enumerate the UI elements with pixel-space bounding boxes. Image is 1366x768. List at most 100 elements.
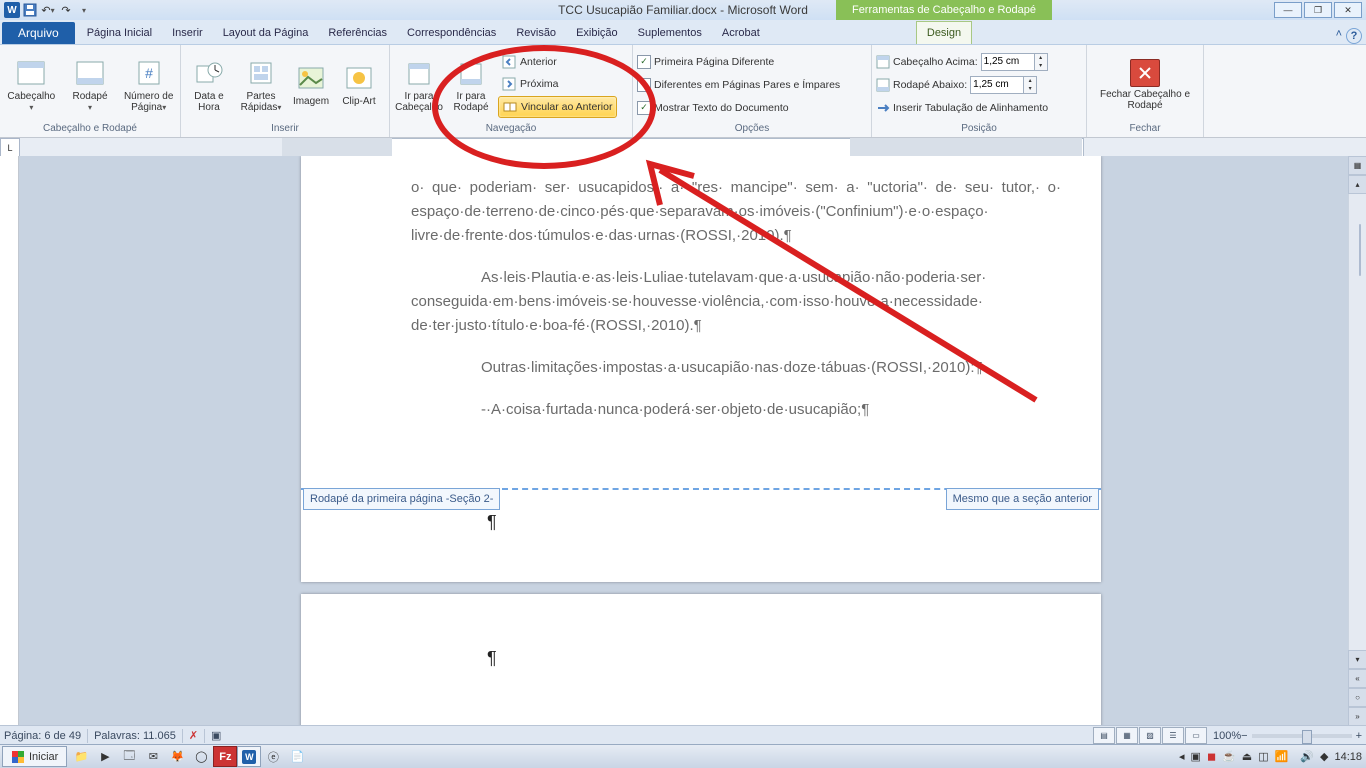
- scroll-thumb[interactable]: [1359, 224, 1361, 276]
- tray-usb-icon[interactable]: ⏏: [1242, 750, 1252, 763]
- spin-down[interactable]: ▾: [1035, 62, 1047, 70]
- zoom-in-button[interactable]: +: [1356, 730, 1362, 742]
- web-layout-view-button[interactable]: ▨: [1139, 727, 1161, 744]
- taskbar-app-icon[interactable]: 🗔: [117, 746, 141, 767]
- spin-up[interactable]: ▴: [1024, 77, 1036, 85]
- header-from-top-field[interactable]: Cabeçalho Acima:▴▾: [876, 52, 1048, 72]
- print-layout-view-button[interactable]: ▤: [1093, 727, 1115, 744]
- taskbar-filezilla-icon[interactable]: Fz: [213, 746, 237, 767]
- page-indicator[interactable]: Página: 6 de 49: [4, 730, 81, 742]
- tray-icon[interactable]: ▣: [1191, 750, 1201, 763]
- tab-page-layout[interactable]: Layout da Página: [213, 22, 319, 44]
- spell-check-icon[interactable]: ✗: [189, 729, 198, 742]
- footer-from-bottom-field[interactable]: Rodapé Abaixo:▴▾: [876, 75, 1048, 95]
- document-page[interactable]: o· que· poderiam· ser· usucapidos,· a· "…: [301, 156, 1101, 582]
- tab-references[interactable]: Referências: [318, 22, 397, 44]
- tab-review[interactable]: Revisão: [506, 22, 566, 44]
- next-section-button[interactable]: Próxima: [498, 74, 617, 94]
- minimize-button[interactable]: —: [1274, 2, 1302, 18]
- previous-section-button[interactable]: Anterior: [498, 52, 617, 72]
- tray-network-icon[interactable]: ◫: [1258, 750, 1268, 763]
- tray-volume-icon[interactable]: 🔊: [1300, 750, 1314, 763]
- link-to-previous-button[interactable]: Vincular ao Anterior: [498, 96, 617, 118]
- taskbar-ie-icon[interactable]: ⓔ: [261, 746, 285, 767]
- insert-alignment-tab-button[interactable]: Inserir Tabulação de Alinhamento: [876, 98, 1048, 118]
- undo-icon[interactable]: ↶▾: [40, 2, 56, 18]
- tray-clock[interactable]: 14:18: [1334, 751, 1362, 763]
- close-header-footer-button[interactable]: Fechar Cabeçalho e Rodapé: [1097, 52, 1193, 118]
- header-from-top-input[interactable]: [981, 53, 1035, 71]
- footer-content[interactable]: ¶: [487, 512, 497, 533]
- horizontal-ruler[interactable]: L: [0, 138, 1366, 157]
- zoom-out-button[interactable]: −: [1241, 730, 1247, 742]
- close-window-button[interactable]: ✕: [1334, 2, 1362, 18]
- restore-button[interactable]: ❐: [1304, 2, 1332, 18]
- save-icon[interactable]: [22, 2, 38, 18]
- group-label-opts: Opções: [637, 122, 867, 135]
- footer-tag-left: Rodapé da primeira página -Seção 2-: [303, 488, 500, 510]
- scroll-down-button[interactable]: ▾: [1348, 650, 1366, 669]
- previous-page-button[interactable]: «: [1348, 669, 1366, 688]
- full-screen-view-button[interactable]: ▦: [1116, 727, 1138, 744]
- spin-up[interactable]: ▴: [1035, 54, 1047, 62]
- header-content[interactable]: ¶: [487, 648, 497, 669]
- spin-down[interactable]: ▾: [1024, 85, 1036, 93]
- file-tab[interactable]: Arquivo: [2, 22, 75, 44]
- tab-view[interactable]: Exibição: [566, 22, 628, 44]
- tab-home[interactable]: Página Inicial: [77, 22, 162, 44]
- zoom-level[interactable]: 100%: [1213, 730, 1241, 742]
- draft-view-button[interactable]: ▭: [1185, 727, 1207, 744]
- picture-button[interactable]: Imagem: [289, 52, 333, 118]
- tab-addins[interactable]: Suplementos: [628, 22, 712, 44]
- tab-mailings[interactable]: Correspondências: [397, 22, 506, 44]
- date-time-button[interactable]: Data e Hora: [185, 52, 233, 118]
- footer-area[interactable]: Rodapé da primeira página -Seção 2- Mesm…: [301, 488, 1101, 582]
- browse-object-button[interactable]: ○: [1348, 688, 1366, 707]
- zoom-slider[interactable]: − +: [1241, 730, 1362, 742]
- tray-expand-icon[interactable]: ◂: [1179, 750, 1185, 763]
- goto-footer-button[interactable]: Ir para Rodapé: [448, 52, 494, 118]
- taskbar-explorer-icon[interactable]: 📁: [69, 746, 93, 767]
- quick-parts-button[interactable]: Partes Rápidas▾: [237, 52, 285, 118]
- taskbar-chrome-icon[interactable]: ◯: [189, 746, 213, 767]
- taskbar-outlook-icon[interactable]: ✉: [141, 746, 165, 767]
- help-icon[interactable]: ?: [1346, 28, 1362, 44]
- clipart-button[interactable]: Clip-Art: [337, 52, 381, 118]
- next-page-button[interactable]: »: [1348, 707, 1366, 726]
- qat-customize-icon[interactable]: ▾: [76, 2, 92, 18]
- tab-context-design[interactable]: Design: [916, 21, 972, 44]
- tab-acrobat[interactable]: Acrobat: [712, 22, 770, 44]
- goto-header-button[interactable]: Ir para Cabeçalho: [394, 52, 444, 118]
- tray-wifi-icon[interactable]: 📶: [1275, 750, 1289, 763]
- tab-insert[interactable]: Inserir: [162, 22, 213, 44]
- tray-av-icon[interactable]: ◼: [1207, 750, 1216, 763]
- footer-button[interactable]: Rodapé▾: [63, 52, 118, 118]
- footer-from-bottom-input[interactable]: [970, 76, 1024, 94]
- different-odd-even-checkbox[interactable]: Diferentes em Páginas Pares e Ímpares: [637, 75, 840, 95]
- tray-drive-icon[interactable]: ◆: [1320, 750, 1328, 763]
- header-area[interactable]: ¶: [301, 594, 1101, 714]
- vertical-scrollbar[interactable]: ▦ ▴ ▾ « ○ »: [1348, 156, 1366, 726]
- start-button[interactable]: Iniciar: [2, 746, 67, 767]
- tab-selector[interactable]: L: [0, 138, 20, 158]
- taskbar-word-icon[interactable]: W: [237, 746, 261, 767]
- header-button[interactable]: Cabeçalho▾: [4, 52, 59, 118]
- redo-icon[interactable]: ↷: [58, 2, 74, 18]
- taskbar-np-icon[interactable]: 📄: [285, 746, 309, 767]
- page-number-button[interactable]: #Número de Página▾: [121, 52, 176, 118]
- tray-java-icon[interactable]: ☕: [1222, 750, 1236, 763]
- taskbar-wmp-icon[interactable]: ▶: [93, 746, 117, 767]
- word-count[interactable]: Palavras: 11.065: [94, 730, 176, 742]
- document-page[interactable]: ¶: [301, 594, 1101, 726]
- ruler-toggle-icon[interactable]: ▦: [1348, 156, 1366, 175]
- outline-view-button[interactable]: ☰: [1162, 727, 1184, 744]
- macro-icon[interactable]: ▣: [211, 729, 221, 742]
- ribbon-minimize-icon[interactable]: ˄: [1336, 28, 1342, 44]
- vertical-ruler[interactable]: [0, 156, 19, 726]
- scroll-up-button[interactable]: ▴: [1348, 175, 1366, 194]
- taskbar-firefox-icon[interactable]: 🦊: [165, 746, 189, 767]
- document-body-text[interactable]: o· que· poderiam· ser· usucapidos,· a· "…: [411, 176, 1061, 440]
- different-first-page-checkbox[interactable]: ✓Primeira Página Diferente: [637, 52, 840, 72]
- show-document-text-checkbox[interactable]: ✓Mostrar Texto do Documento: [637, 98, 840, 118]
- zoom-thumb[interactable]: [1302, 730, 1312, 744]
